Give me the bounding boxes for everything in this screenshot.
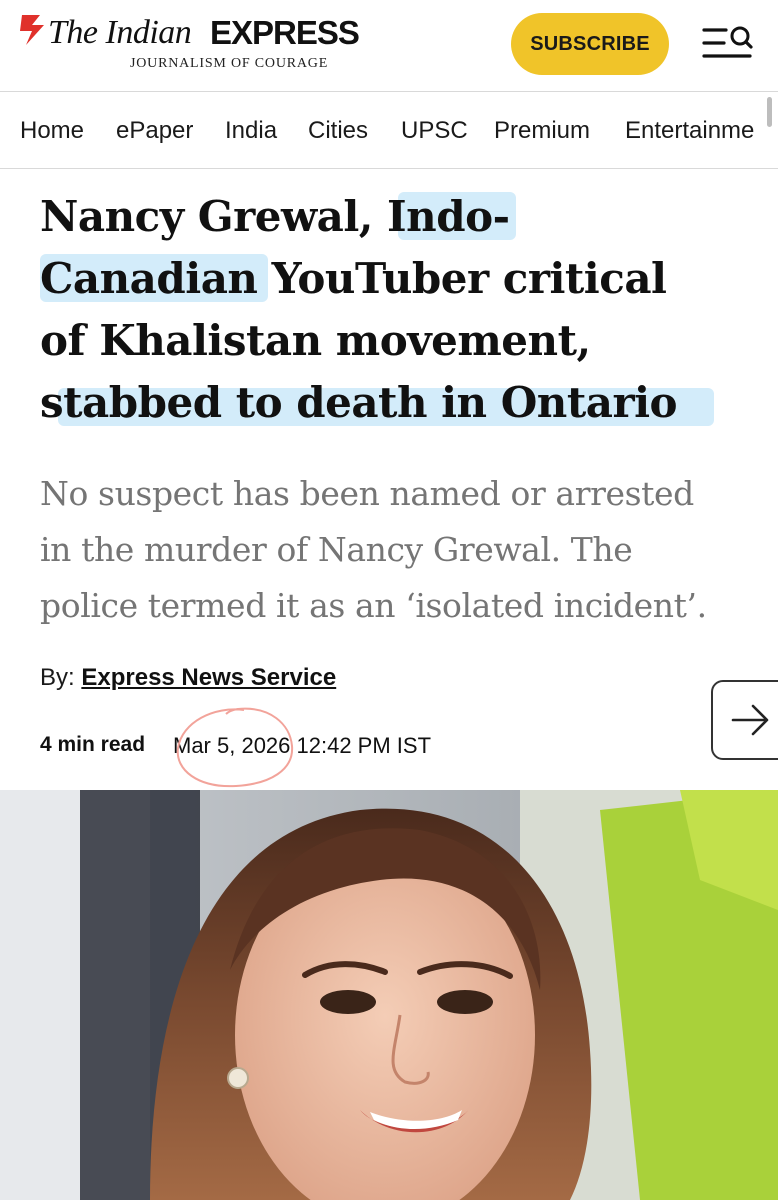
author-link[interactable]: Express News Service [81, 664, 336, 691]
portrait-image [0, 790, 778, 1200]
site-logo[interactable]: The Indian EXPRESS JOURNALISM OF COURAGE [18, 10, 360, 80]
byline: By: Express News Service [40, 664, 336, 692]
next-article-button[interactable] [711, 680, 778, 760]
summary-line: No suspect has been named or arrested [40, 474, 694, 513]
summary-line: police termed it as an ‘isolated inciden… [40, 586, 707, 625]
nav-item-india[interactable]: India [225, 117, 277, 145]
logo-text-the: The Indian [48, 14, 192, 51]
logo-text-express: EXPRESS [210, 14, 360, 51]
article-summary: No suspect has been named or arrested in… [40, 466, 750, 634]
logo-tagline: JOURNALISM OF COURAGE [130, 56, 329, 71]
headline-line: of Khalistan movement, [40, 316, 591, 365]
nav-item-premium[interactable]: Premium [494, 117, 590, 145]
logo-mark-icon [20, 15, 44, 45]
headline-line: Nancy Grewal, Indo- [40, 192, 510, 241]
article-photo [0, 790, 778, 1200]
read-time: 4 min read [40, 733, 146, 756]
circle-annotation [176, 707, 294, 788]
article-meta: 4 min read Mar 5, 2026 12:42 PM IST [40, 733, 431, 758]
nav-item-cities[interactable]: Cities [308, 117, 368, 145]
nav-item-entertainment[interactable]: Entertainme [625, 117, 754, 145]
headline-line: Canadian YouTuber critical [40, 254, 667, 303]
menu-search-icon[interactable] [700, 22, 756, 64]
nav-item-home[interactable]: Home [20, 117, 84, 145]
nav-scrollbar[interactable] [767, 97, 772, 127]
nav-item-epaper[interactable]: ePaper [116, 117, 193, 145]
byline-prefix: By: [40, 664, 75, 691]
headline-line: stabbed to death in Ontario [40, 378, 678, 427]
article-headline: Nancy Grewal, Indo- Canadian YouTuber cr… [40, 186, 740, 434]
nav-item-upsc[interactable]: UPSC [401, 117, 468, 145]
site-header: The Indian EXPRESS JOURNALISM OF COURAGE… [0, 0, 778, 92]
subscribe-button[interactable]: SUBSCRIBE [511, 13, 669, 75]
arrow-right-icon [731, 704, 769, 736]
summary-line: in the murder of Nancy Grewal. The [40, 530, 633, 569]
section-nav: Home ePaper India Cities UPSC Premium En… [0, 93, 778, 169]
